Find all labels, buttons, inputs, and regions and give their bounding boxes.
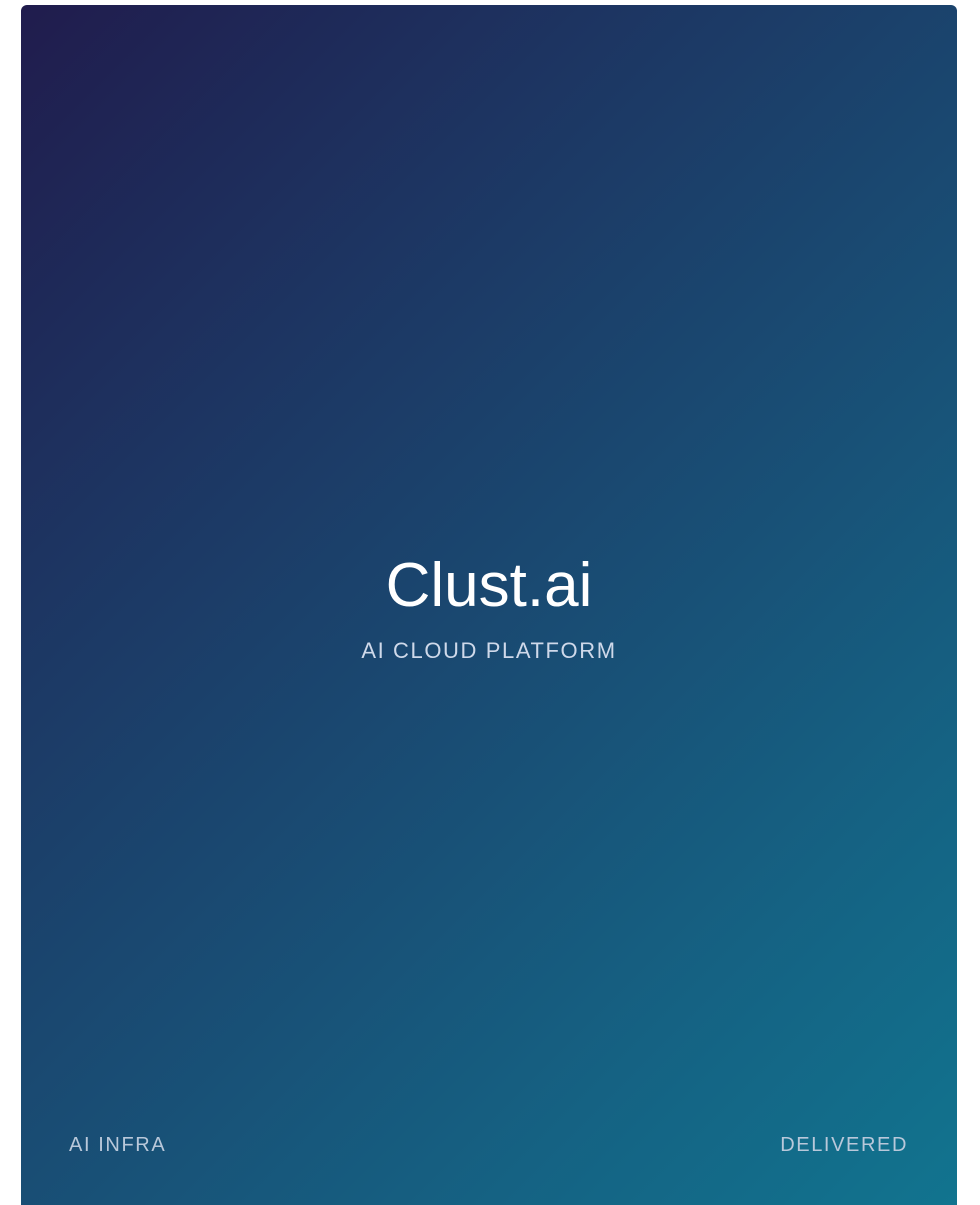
brand-subtitle: AI CLOUD PLATFORM: [361, 638, 617, 663]
brand-title: Clust.ai: [385, 551, 593, 620]
footer-label-right: DELIVERED: [780, 1134, 908, 1156]
brand-block: Clust.ai AI CLOUD PLATFORM: [21, 550, 957, 664]
hero-card: Clust.ai AI CLOUD PLATFORM AI INFRA DELI…: [21, 5, 957, 1205]
footer-label-left: AI INFRA: [69, 1134, 167, 1156]
